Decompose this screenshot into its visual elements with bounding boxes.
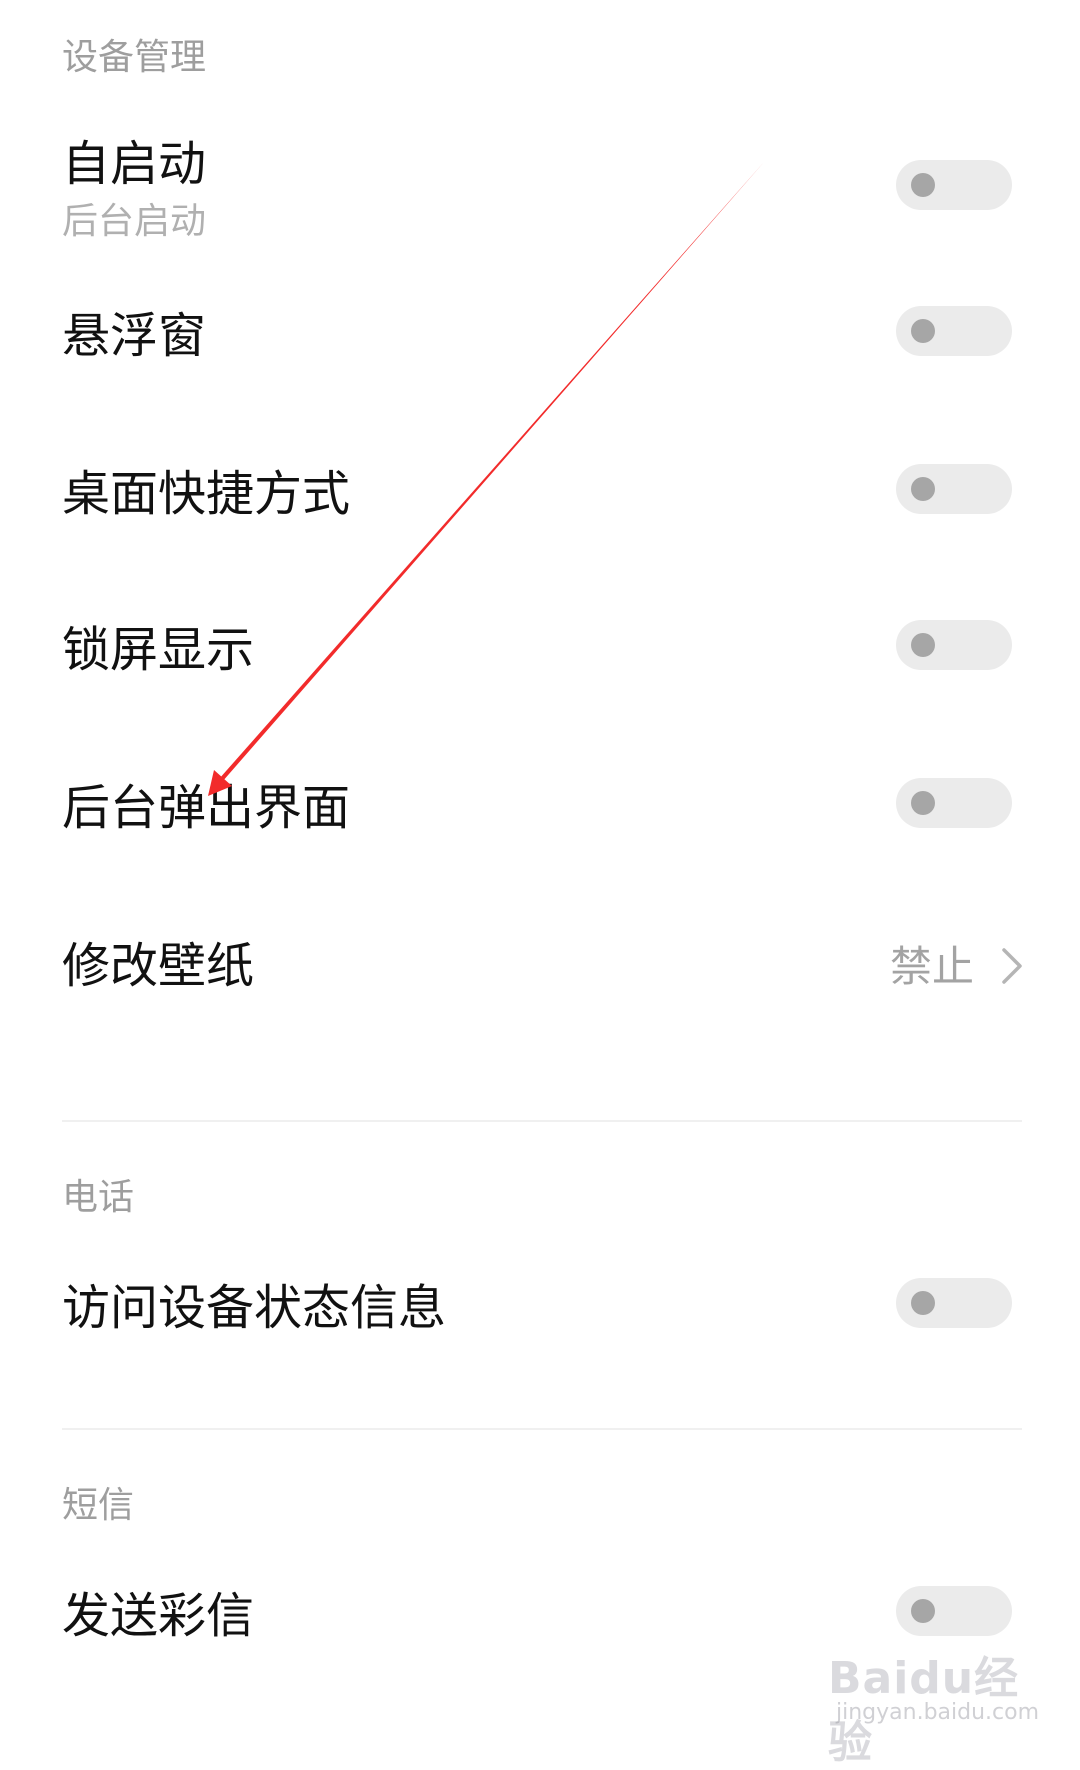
setting-subtitle: 后台启动 <box>62 201 207 242</box>
access-device-status-toggle[interactable] <box>896 1278 1012 1328</box>
toggle-knob <box>911 1291 935 1315</box>
setting-title: 修改壁纸 <box>62 938 255 994</box>
setting-title: 发送彩信 <box>62 1588 255 1644</box>
lock-screen-display-toggle[interactable] <box>896 620 1012 670</box>
setting-row-lock-screen-display[interactable]: 锁屏显示 <box>0 614 1080 694</box>
section-divider <box>62 1428 1022 1430</box>
section-header-device-management: 设备管理 <box>62 37 207 78</box>
watermark-url: jingyan.baidu.com <box>836 1700 1040 1725</box>
send-mms-toggle[interactable] <box>896 1586 1012 1636</box>
setting-title: 访问设备状态信息 <box>62 1280 447 1336</box>
toggle-knob <box>911 1599 935 1623</box>
section-header-phone: 电话 <box>62 1177 135 1218</box>
setting-row-auto-start[interactable]: 自启动 后台启动 <box>0 120 1080 240</box>
setting-row-access-device-status[interactable]: 访问设备状态信息 <box>0 1272 1080 1352</box>
desktop-shortcut-toggle[interactable] <box>896 464 1012 514</box>
setting-title: 锁屏显示 <box>62 622 255 678</box>
section-header-sms: 短信 <box>62 1485 135 1526</box>
toggle-knob <box>911 173 935 197</box>
toggle-knob <box>911 633 935 657</box>
setting-row-change-wallpaper[interactable]: 修改壁纸 禁止 <box>0 930 1080 1010</box>
auto-start-toggle[interactable] <box>896 160 1012 210</box>
setting-row-desktop-shortcut[interactable]: 桌面快捷方式 <box>0 458 1080 538</box>
setting-title: 自启动 <box>62 136 207 192</box>
setting-row-background-popup[interactable]: 后台弹出界面 <box>0 772 1080 852</box>
toggle-knob <box>911 477 935 501</box>
setting-row-floating-window[interactable]: 悬浮窗 <box>0 300 1080 380</box>
background-popup-toggle[interactable] <box>896 778 1012 828</box>
section-divider <box>62 1120 1022 1122</box>
setting-title: 悬浮窗 <box>62 308 207 364</box>
toggle-knob <box>911 791 935 815</box>
setting-title: 桌面快捷方式 <box>62 466 351 522</box>
floating-window-toggle[interactable] <box>896 306 1012 356</box>
chevron-right-icon <box>1002 948 1022 984</box>
toggle-knob <box>911 319 935 343</box>
baidu-jingyan-watermark: Baidu经验 jingyan.baidu.com <box>828 1630 1058 1768</box>
setting-title: 后台弹出界面 <box>62 780 351 836</box>
wallpaper-permission-value: 禁止 <box>890 942 975 991</box>
red-arrow-annotation <box>208 162 764 796</box>
